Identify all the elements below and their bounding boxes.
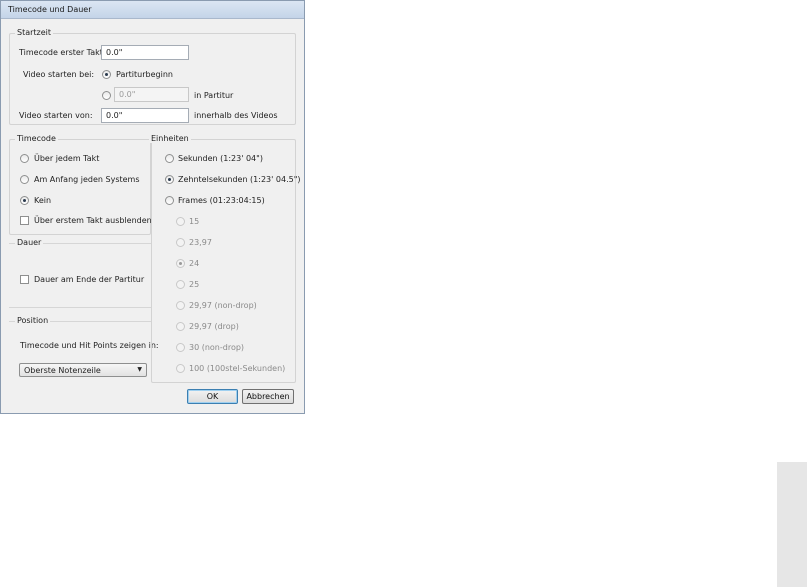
position-select[interactable]: Oberste Notenzeile ▼ [19, 363, 147, 377]
radio-ueber-jedem-takt[interactable] [20, 154, 29, 163]
innerhalb-label: innerhalb des Videos [194, 111, 278, 120]
radio-frames-24[interactable] [176, 259, 185, 268]
radio-partitur-position[interactable] [102, 91, 111, 100]
hide-first-bar-checkbox[interactable] [20, 216, 29, 225]
radio-frames-2997-nondrop[interactable] [176, 301, 185, 310]
timecode-first-bar-input[interactable]: 0.0" [101, 45, 189, 60]
video-start-from-label: Video starten von: [19, 111, 93, 120]
dauer-legend: Dauer [15, 238, 44, 247]
radio-frames-15-label: 15 [189, 217, 200, 226]
dauer-end-checkbox[interactable] [20, 275, 29, 284]
radio-frames-label: Frames (01:23:04:15) [178, 196, 265, 205]
radio-frames-24-label: 24 [189, 259, 200, 268]
einheiten-legend: Einheiten [149, 134, 191, 143]
radio-zehntelsekunden-label: Zehntelsekunden (1:23' 04.5") [178, 175, 301, 184]
timecode-dialog: Timecode und Dauer Startzeit Timecode er… [0, 0, 305, 414]
radio-frames-100-label: 100 (100stel-Sekunden) [189, 364, 286, 373]
position-show-label: Timecode und Hit Points zeigen in: [20, 341, 159, 350]
radio-kein-label: Kein [34, 196, 52, 205]
position-select-value: Oberste Notenzeile [24, 366, 101, 375]
hide-first-bar-label: Über erstem Takt ausblenden [34, 216, 152, 225]
radio-frames-2997-drop-label: 29,97 (drop) [189, 322, 239, 331]
video-start-at-label: Video starten bei: [23, 70, 95, 79]
radio-kein[interactable] [20, 196, 29, 205]
radio-am-anfang-label: Am Anfang jeden Systems [34, 175, 140, 184]
window-title: Timecode und Dauer [8, 5, 92, 14]
radio-frames-15[interactable] [176, 217, 185, 226]
radio-partiturbeginn[interactable] [102, 70, 111, 79]
video-start-from-input[interactable]: 0.0" [101, 108, 189, 123]
in-partitur-label: in Partitur [194, 91, 234, 100]
radio-am-anfang[interactable] [20, 175, 29, 184]
radio-frames-25-label: 25 [189, 280, 200, 289]
ok-button[interactable]: OK [187, 389, 238, 404]
radio-partiturbeginn-label: Partiturbeginn [116, 70, 173, 79]
title-bar: Timecode und Dauer [1, 1, 304, 19]
chevron-down-icon: ▼ [137, 366, 142, 373]
radio-zehntelsekunden[interactable] [165, 175, 174, 184]
startzeit-legend: Startzeit [15, 28, 54, 37]
timecode-legend: Timecode [15, 134, 58, 143]
radio-ueber-jedem-takt-label: Über jedem Takt [34, 154, 100, 163]
radio-frames-2997-drop[interactable] [176, 322, 185, 331]
radio-sekunden[interactable] [165, 154, 174, 163]
timecode-first-bar-label: Timecode erster Takt: [19, 48, 106, 57]
radio-frames-100[interactable] [176, 364, 185, 373]
dauer-bottom-separator [9, 307, 151, 308]
radio-frames-30-nondrop[interactable] [176, 343, 185, 352]
radio-frames-2397-label: 23,97 [189, 238, 212, 247]
partitur-position-input[interactable]: 0.0" [114, 87, 189, 102]
radio-frames[interactable] [165, 196, 174, 205]
side-tab [777, 462, 807, 587]
dauer-end-label: Dauer am Ende der Partitur [34, 275, 145, 284]
position-legend: Position [15, 316, 51, 325]
radio-frames-2397[interactable] [176, 238, 185, 247]
radio-sekunden-label: Sekunden (1:23' 04") [178, 154, 263, 163]
radio-frames-2997-nondrop-label: 29,97 (non-drop) [189, 301, 257, 310]
radio-frames-30-nondrop-label: 30 (non-drop) [189, 343, 245, 352]
radio-frames-25[interactable] [176, 280, 185, 289]
cancel-button[interactable]: Abbrechen [242, 389, 294, 404]
